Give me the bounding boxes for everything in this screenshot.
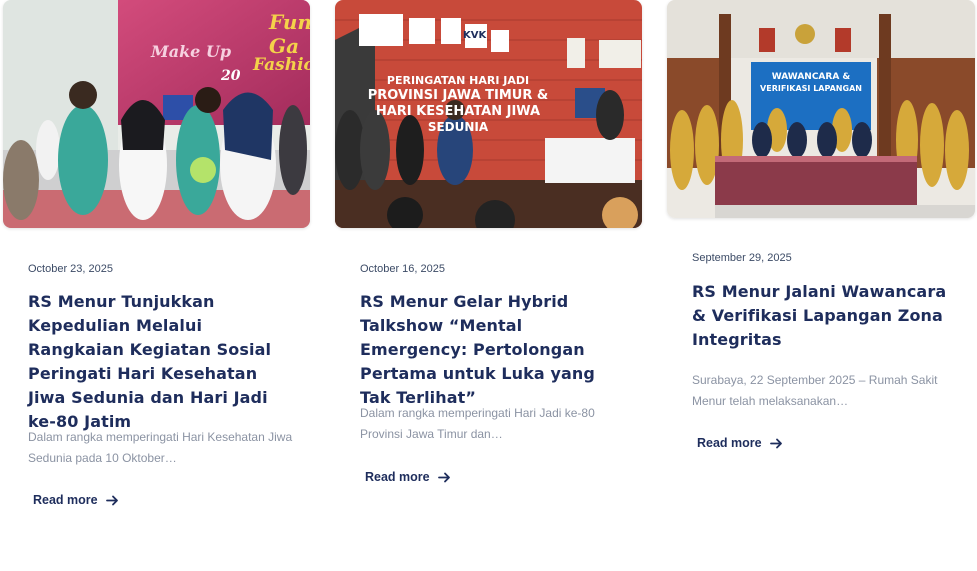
read-more-label: Read more [365, 470, 430, 484]
wall-line-3: HARI KESEHATAN JIWA [375, 104, 541, 119]
post-date: October 23, 2025 [28, 263, 114, 275]
post-image-1[interactable]: Fun Ga Make Up Fashio 20 [3, 0, 310, 228]
post-date: September 29, 2025 [692, 252, 792, 264]
board-line-1: WAWANCARA & [771, 72, 851, 82]
post-card-3: WAWANCARA & VERIFIKASI LAPANGAN Septembe… [667, 0, 975, 450]
banner-fashion: Fashio [253, 55, 310, 75]
read-more-link[interactable]: Read more [33, 493, 119, 507]
read-more-link[interactable]: Read more [697, 436, 783, 450]
post-image-3[interactable]: WAWANCARA & VERIFIKASI LAPANGAN [667, 0, 975, 218]
arrow-right-icon [769, 438, 782, 448]
wall-line-2: PROVINSI JAWA TIMUR & [367, 88, 549, 103]
post-title[interactable]: RS Menur Gelar Hybrid Talkshow “Mental E… [360, 290, 615, 410]
post-title[interactable]: RS Menur Jalani Wawancara & Verifikasi L… [692, 280, 952, 352]
post-excerpt: Dalam rangka memperingati Hari Kesehatan… [28, 430, 293, 465]
post-card-1: Fun Ga Make Up Fashio 20 October 23, 202… [3, 0, 310, 507]
post-photo-1 [3, 0, 310, 228]
post-excerpt: Dalam rangka memperingati Hari Jadi ke-8… [360, 406, 595, 441]
read-more-label: Read more [697, 436, 762, 450]
read-more-link[interactable]: Read more [365, 470, 451, 484]
post-excerpt: Surabaya, 22 September 2025 – Rumah Saki… [692, 373, 938, 408]
post-card-2: KVK PERINGATAN HARI JADI PROVINSI JAWA T… [335, 0, 642, 484]
banner-year: 20 [221, 68, 241, 84]
wall-line-4: SEDUNIA [427, 120, 489, 134]
arrow-right-icon [437, 472, 450, 482]
post-photo-3 [667, 0, 975, 218]
post-title[interactable]: RS Menur Tunjukkan Kepedulian Melalui Ra… [28, 290, 298, 434]
post-image-2[interactable]: KVK PERINGATAN HARI JADI PROVINSI JAWA T… [335, 0, 642, 228]
banner-fun-games: Fun Ga [269, 10, 310, 58]
read-more-label: Read more [33, 493, 98, 507]
kvk-logo: KVK [463, 30, 487, 41]
banner-make-up: Make Up [151, 42, 232, 61]
post-date: October 16, 2025 [360, 263, 446, 275]
board-line-2: VERIFIKASI LAPANGAN [760, 84, 862, 93]
arrow-right-icon [105, 495, 118, 505]
